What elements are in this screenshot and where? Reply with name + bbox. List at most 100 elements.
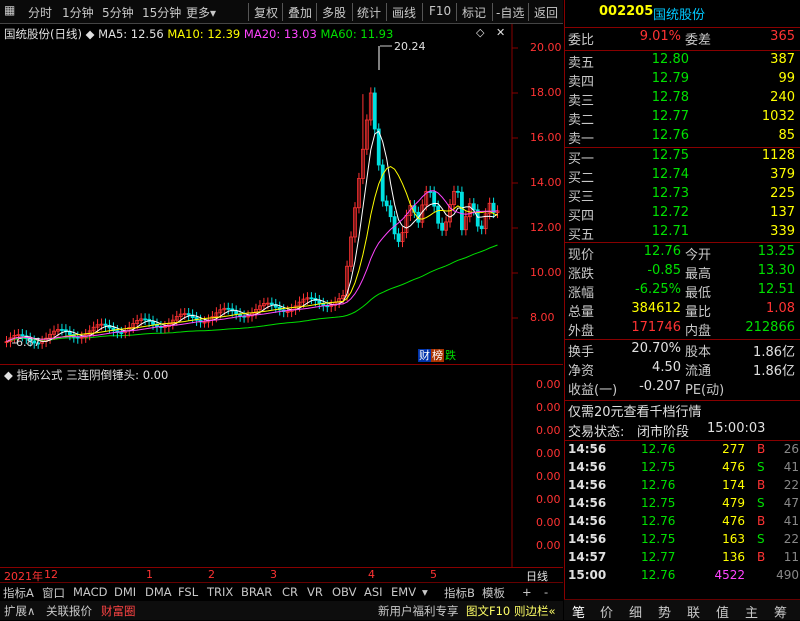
new-user-promo[interactable]: 新用户福利专享	[378, 603, 459, 619]
f10-button[interactable]: F10	[429, 4, 451, 18]
webi-row: 委比 9.01% 委差 365	[565, 29, 800, 51]
level-label: 买四	[568, 209, 595, 224]
quote-header: 002205 国统股份	[565, 4, 800, 26]
close-icon[interactable]: ✕	[496, 26, 505, 39]
tab-more[interactable]: 更多▾	[186, 4, 216, 21]
settings-diamond-icon[interactable]: ◇	[476, 26, 484, 39]
promo-text: 仅需20元查看千档行情	[568, 405, 702, 420]
ma10-label: MA10: 12.39	[167, 27, 241, 41]
chevron-down-icon[interactable]: ▾	[422, 585, 428, 599]
tab-asi[interactable]: ASI	[364, 585, 383, 599]
overlay-button[interactable]: 叠加	[288, 4, 312, 21]
layout-icon[interactable]: ▦	[4, 3, 15, 17]
tab-cr[interactable]: CR	[282, 585, 298, 599]
back-button[interactable]: 返回	[534, 4, 558, 21]
tab-obv[interactable]: OBV	[332, 585, 356, 599]
y-tick-label: 12.00	[530, 221, 562, 234]
tab-trades[interactable]: 笔	[572, 602, 585, 621]
badge-rank[interactable]: 榜	[431, 349, 444, 362]
tick-side: B	[757, 478, 766, 492]
tab-brar[interactable]: BRAR	[241, 585, 272, 599]
badge-finance[interactable]: 财	[418, 349, 431, 362]
tab-dma[interactable]: DMA	[145, 585, 172, 599]
mark-button[interactable]: 标记	[462, 4, 486, 21]
zoom-out-button[interactable]: -	[544, 585, 548, 599]
tab-fsl[interactable]: FSL	[178, 585, 198, 599]
tick-price: 12.75	[641, 496, 676, 510]
stats-button[interactable]: 统计	[357, 4, 381, 21]
promo-row[interactable]: 仅需20元查看千档行情	[565, 401, 800, 423]
candle-body	[67, 331, 72, 335]
stat-value: 212866	[745, 320, 795, 335]
related-quote-button[interactable]: 关联报价	[46, 603, 92, 619]
zoom-in-button[interactable]: +	[522, 585, 532, 599]
stat-value: 12.51	[757, 282, 795, 297]
tab-value[interactable]: 值	[716, 602, 729, 621]
sidebar-toggle-button[interactable]: 则边栏«	[514, 603, 556, 619]
tab-emv[interactable]: EMV	[391, 585, 416, 599]
multi-stock-button[interactable]: 多股	[322, 4, 346, 21]
kline-chart[interactable]: 国统股份(日线) ◆ MA5: 12.56 MA10: 12.39 MA20: …	[0, 24, 563, 364]
wealth-circle-button[interactable]: 财富圈	[101, 603, 136, 619]
tab-indicator-b[interactable]: 指标B	[444, 585, 475, 601]
indicator-y-tick: 0.00	[536, 424, 561, 437]
collapse-icon[interactable]: ◆	[4, 368, 13, 382]
level-volume: 339	[770, 224, 795, 239]
level-price: 12.75	[651, 148, 689, 163]
badge-drop[interactable]: 跌	[444, 349, 457, 362]
tick-price: 12.76	[641, 568, 676, 582]
level-price: 12.73	[651, 186, 689, 201]
tab-chips[interactable]: 筹	[774, 602, 787, 621]
level-price: 12.71	[651, 224, 689, 239]
stat-value: 1.86亿	[753, 345, 795, 360]
expand-button[interactable]: 扩展∧	[4, 603, 35, 619]
tab-template[interactable]: 模板	[482, 585, 505, 601]
candle-body	[388, 205, 393, 218]
tab-trend[interactable]: 势	[658, 602, 671, 621]
tab-macd[interactable]: MACD	[73, 585, 107, 599]
indicator-label[interactable]: 指标公式	[17, 368, 63, 382]
tick-price: 12.75	[641, 532, 676, 546]
tab-detail[interactable]: 细	[629, 602, 642, 621]
f10-graphic-button[interactable]: 图文F10	[466, 603, 510, 619]
tick-time: 15:00	[568, 568, 607, 582]
tab-fenshi[interactable]: 分时	[28, 4, 52, 21]
x-label-feb: 2	[208, 568, 215, 581]
indicator-panel[interactable]: ◆ 指标公式 三连阴倒锤头: 0.00 0.00 0.00 0.00 0.00 0.00…	[0, 364, 563, 568]
level-volume: 85	[778, 128, 795, 143]
level-volume: 1032	[761, 109, 795, 124]
stat-value: -0.207	[639, 379, 681, 394]
level-price: 12.72	[651, 205, 689, 220]
tab-vr[interactable]: VR	[307, 585, 323, 599]
tab-15min[interactable]: 15分钟	[142, 4, 181, 21]
candle-body	[372, 92, 377, 130]
level-volume: 225	[770, 186, 795, 201]
tab-5min[interactable]: 5分钟	[102, 4, 134, 21]
tab-1min[interactable]: 1分钟	[62, 4, 94, 21]
tab-related[interactable]: 联	[687, 602, 700, 621]
level-price: 12.79	[651, 71, 689, 86]
stat-value: 1.08	[766, 301, 795, 316]
level-volume: 137	[770, 205, 795, 220]
tab-indicator-a[interactable]: 指标A	[3, 585, 34, 601]
candle-body	[384, 200, 389, 207]
quote-panel: 002205 国统股份 委比 9.01% 委差 365 卖五 12.80 387…	[564, 0, 800, 620]
trade-status-time: 15:00:03	[707, 421, 766, 436]
tab-trix[interactable]: TRIX	[207, 585, 233, 599]
webi-value: 9.01%	[639, 29, 681, 44]
fuquan-button[interactable]: 复权	[254, 4, 278, 21]
tab-price[interactable]: 价	[600, 602, 613, 621]
indicator-svg	[511, 365, 513, 568]
level-label: 买三	[568, 190, 595, 205]
tab-dmi[interactable]: DMI	[114, 585, 136, 599]
stat-label: 涨跌	[568, 267, 595, 282]
draw-line-button[interactable]: 画线	[392, 4, 416, 21]
detail-tabs: 笔 价 细 势 联 值 主 筹	[564, 599, 800, 621]
remove-watchlist-button[interactable]: -自选	[496, 4, 524, 21]
level-label: 卖一	[568, 132, 595, 147]
stat-value: 13.30	[757, 263, 795, 278]
ma60-line	[6, 244, 498, 344]
tick-row: 14:56 12.75 476 S 41	[565, 460, 800, 478]
tab-window[interactable]: 窗口	[42, 585, 65, 601]
tab-main-force[interactable]: 主	[745, 602, 758, 621]
